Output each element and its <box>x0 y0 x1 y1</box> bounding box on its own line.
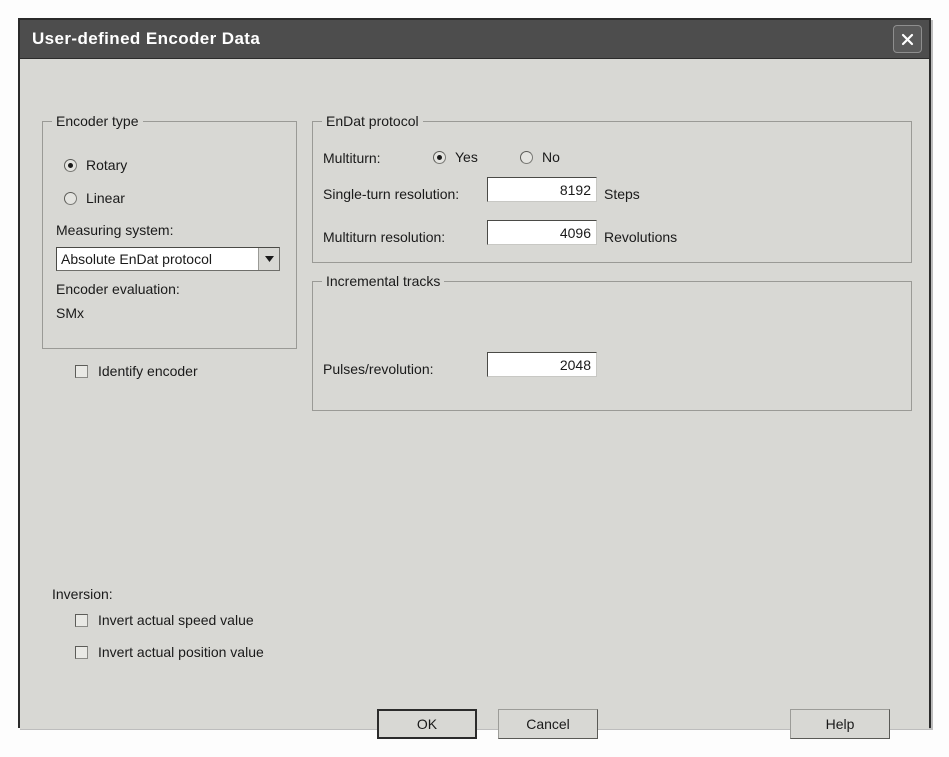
encoder-data-dialog: User-defined Encoder Data Encoder type R… <box>18 18 931 739</box>
inversion-label: Inversion: <box>52 586 113 602</box>
measuring-system-value: Absolute EnDat protocol <box>61 251 212 267</box>
multiturn-label: Multiturn: <box>323 150 381 166</box>
encoder-type-group-title: Encoder type <box>52 113 143 129</box>
checkbox-invert-position[interactable]: Invert actual position value <box>75 644 264 660</box>
checkbox-invert-speed-box <box>75 613 88 627</box>
radio-multiturn-no-indicator <box>520 150 533 164</box>
radio-multiturn-yes-indicator <box>433 150 446 164</box>
chevron-down-glyph <box>264 256 274 262</box>
radio-linear-indicator <box>64 191 77 205</box>
title-bar[interactable]: User-defined Encoder Data <box>20 20 929 59</box>
measuring-system-label: Measuring system: <box>56 222 174 238</box>
checkbox-invert-speed-label: Invert actual speed value <box>98 612 254 628</box>
checkbox-invert-position-box <box>75 645 88 659</box>
incremental-tracks-group: Incremental tracks <box>312 273 912 411</box>
pulses-per-revolution-input[interactable]: 2048 <box>487 352 597 377</box>
radio-rotary-label: Rotary <box>86 157 128 173</box>
radio-linear-label: Linear <box>86 190 125 206</box>
multiturn-resolution-label: Multiturn resolution: <box>323 229 446 245</box>
incremental-tracks-group-title: Incremental tracks <box>322 273 445 289</box>
ok-button[interactable]: OK <box>377 709 477 739</box>
checkbox-identify-encoder[interactable]: Identify encoder <box>75 363 198 379</box>
checkbox-identify-encoder-box <box>75 364 88 378</box>
cancel-button[interactable]: Cancel <box>498 709 598 739</box>
radio-multiturn-no[interactable]: No <box>520 149 560 165</box>
checkbox-identify-encoder-label: Identify encoder <box>98 363 198 379</box>
close-icon <box>901 33 914 45</box>
single-turn-resolution-unit: Steps <box>604 186 640 202</box>
single-turn-resolution-input[interactable]: 8192 <box>487 177 597 202</box>
endat-protocol-group-title: EnDat protocol <box>322 113 423 129</box>
single-turn-resolution-label: Single-turn resolution: <box>323 186 460 202</box>
pulses-per-revolution-label: Pulses/revolution: <box>323 361 434 377</box>
encoder-evaluation-label: Encoder evaluation: <box>56 281 180 297</box>
radio-multiturn-yes[interactable]: Yes <box>433 149 478 165</box>
close-button[interactable] <box>893 25 922 53</box>
help-button[interactable]: Help <box>790 709 890 739</box>
checkbox-invert-position-label: Invert actual position value <box>98 644 264 660</box>
radio-rotary-indicator <box>64 158 77 172</box>
chevron-down-icon[interactable] <box>258 248 279 270</box>
single-turn-resolution-value: 8192 <box>559 181 591 198</box>
radio-linear[interactable]: Linear <box>64 190 125 206</box>
radio-multiturn-no-label: No <box>542 149 560 165</box>
radio-rotary[interactable]: Rotary <box>64 157 127 173</box>
measuring-system-select[interactable]: Absolute EnDat protocol <box>56 247 280 271</box>
pulses-per-revolution-value: 2048 <box>559 356 591 373</box>
multiturn-resolution-value: 4096 <box>559 224 591 241</box>
dialog-title: User-defined Encoder Data <box>32 29 261 48</box>
radio-multiturn-yes-label: Yes <box>455 149 478 165</box>
checkbox-invert-speed[interactable]: Invert actual speed value <box>75 612 254 628</box>
dialog-client-area: Encoder type Rotary Linear Measuring sys… <box>20 59 929 739</box>
page-background: User-defined Encoder Data Encoder type R… <box>0 0 949 757</box>
multiturn-resolution-unit: Revolutions <box>604 229 678 245</box>
encoder-evaluation-value: SMx <box>56 305 84 321</box>
multiturn-resolution-input[interactable]: 4096 <box>487 220 597 245</box>
